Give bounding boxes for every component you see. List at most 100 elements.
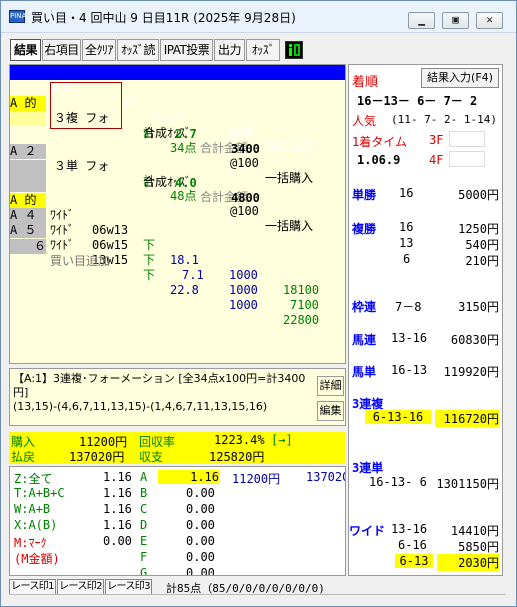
payout-type: 馬単 [352,365,377,379]
order-label: 着順 [352,75,379,90]
letter-amount: 11200円 [232,472,281,486]
mark-label: X:A(B) [14,518,58,532]
title-bar: PINA 買い目・4 回中山 9 日目11R (2025年 9月28日) ▁ ▣… [1,1,516,33]
bet-description: 【A:1】3連複･フォーメーション [全34点x100円=計3400円] (13… [9,368,346,426]
last3f-label: 3F [429,133,444,147]
letter-label: A [140,470,148,484]
letter-value: 0.00 [186,550,215,564]
bet-odds: 7.1 [182,268,204,282]
mark-label: M:ﾏｰｸ [14,536,47,550]
bet-row[interactable]: A ５ ﾜｲﾄﾞ 13w15 下 22.8 1000 22800 [10,208,345,327]
help-icon[interactable] [285,41,303,59]
app-icon: PINA [9,10,26,23]
payout-amount: 1301150円 [436,477,499,491]
letter-value: 0.00 [186,502,215,516]
race-mark-tab-2[interactable]: レース印2 [57,579,104,595]
bets-header: 買目 印 オッズ 金額 仮想払戻 [10,65,345,154]
odds-button[interactable]: ｵｯｽﾞ [246,39,280,61]
payout-amount: 5000円 [458,188,499,202]
ipat-vote-button[interactable]: IPAT投票 [160,39,213,61]
letter-label: F [140,550,148,564]
bet-amount: 1000 [229,268,258,282]
mark-label: (M金額) [14,552,60,566]
maximize-button[interactable]: ▣ [442,12,469,29]
bet-sign: 下 [143,253,156,267]
mark-value: 1.16 [103,518,132,532]
bet-amount: 1000 [229,298,258,312]
add-row-num: ６ [10,239,46,254]
mark-label: T:A+B+C [14,486,65,500]
bet-type: ﾜｲﾄﾞ [50,238,75,252]
add-bet-row[interactable]: ６ 買い目追加 [10,224,345,268]
desc-line1: 【A:1】3連複･フォーメーション [全34点x100円=計3400円] [13,372,306,399]
minimize-button[interactable]: ▁ [408,12,435,29]
payout-combo: 7－8 [395,300,422,314]
bet-sign: 下 [143,268,156,282]
bet-row[interactable]: A ２ ３単 フォ 計 48点 @100 一括購入 [10,129,345,233]
bet-row[interactable]: A 的 ﾜｲﾄﾞ 06w13 下 18.1 1000 18100 [10,178,345,297]
last4f-field [449,151,485,167]
tab-right-items[interactable]: 右項目 [42,39,81,61]
payout-type: ワイド [349,524,386,538]
bet-row-vals: 4.0 4800 [10,161,345,205]
letter-value: 0.00 [186,534,215,548]
time-label: 1着タイム [352,135,407,149]
edit-button[interactable]: 編集 [317,401,344,421]
clear-all-button[interactable]: 全ｸﾘｱ [82,39,116,61]
race-mark-tab-1[interactable]: レース印1 [9,579,56,595]
output-button[interactable]: 出力 [214,39,245,61]
letter-value: 0.00 [186,518,215,532]
letter-label: E [140,534,148,548]
bet-row-sub: 合成ｵｯｽﾞ 合計金額 [10,145,345,204]
ninki-values: (11- 7- 2- 1-14) [391,113,497,126]
payout-amount: 2030円 [437,554,499,571]
payout-label: 払戻 [11,450,36,464]
letter-payout: 137020 [306,470,346,484]
bet-combo: 06w15 [92,238,129,252]
bet-payout: 22800 [283,313,320,327]
bet-amount: 1000 [229,283,258,297]
bet-row[interactable]: A ４ ﾜｲﾄﾞ 06w15 下 7.1 1000 7100 [10,193,345,312]
mark-label: W:A+B [14,502,51,516]
payout-amount: 3150円 [458,300,499,314]
payout-combo: 16-13 [391,363,428,377]
payout-combo: 16 [399,186,414,200]
payout-amount: 14410円 [450,524,499,538]
return-arrow[interactable]: [→] [271,433,293,447]
bets-list: 買目 印 オッズ 金額 仮想払戻 A 的 ３複 フォ 計 34点 @100 一括… [9,64,346,364]
payout-amount: 540円 [465,238,499,252]
close-button[interactable]: ✕ [476,12,503,29]
result-pane: 着順 結果入力(F4) 16－13－ 6－ 7－ 2 人気 (11- 7- 2-… [348,64,503,576]
ninki-label: 人気 [352,114,377,128]
return-rate: 1223.4% [214,433,265,447]
payout-combo: 16-13- 6 [369,475,427,489]
window-title: 買い目・4 回中山 9 日目11R (2025年 9月28日) [31,11,296,25]
selection-box [50,82,122,129]
last4f-label: 4F [429,153,444,167]
letter-label: G [140,566,148,576]
result-input-button[interactable]: 結果入力(F4) [421,68,499,88]
mark-label: Z:全て [14,472,53,486]
bet-payout: 18100 [283,283,320,297]
winning-time: 1.06.9 [357,153,401,167]
horizontal-scrollbar[interactable] [9,594,506,604]
payout-amount: 119920円 [443,365,499,379]
payout-combo: 13 [399,236,414,250]
payout-type: 3連単 [352,461,384,475]
odds-read-button[interactable]: ｵｯｽﾞ読 [117,39,159,61]
payout-combo: 6-13-16 [365,410,431,424]
letter-value: 1.16 [158,470,219,484]
race-mark-tab-3[interactable]: レース印3 [105,579,152,595]
add-bet-label: 買い目追加 [50,254,111,268]
letter-label: D [140,518,148,532]
tab-kekka[interactable]: 結果 [10,39,41,61]
detail-button[interactable]: 詳細 [317,376,344,396]
last3f-field [449,131,485,147]
bet-odds: 18.1 [170,253,199,267]
bet-odds: 22.8 [170,283,199,297]
payout-combo: 6-16 [398,538,427,552]
letter-label: B [140,486,148,500]
balance-total: 125820円 [209,450,265,464]
bet-payout: 7100 [290,298,319,312]
payout-amount: 210円 [465,254,499,268]
